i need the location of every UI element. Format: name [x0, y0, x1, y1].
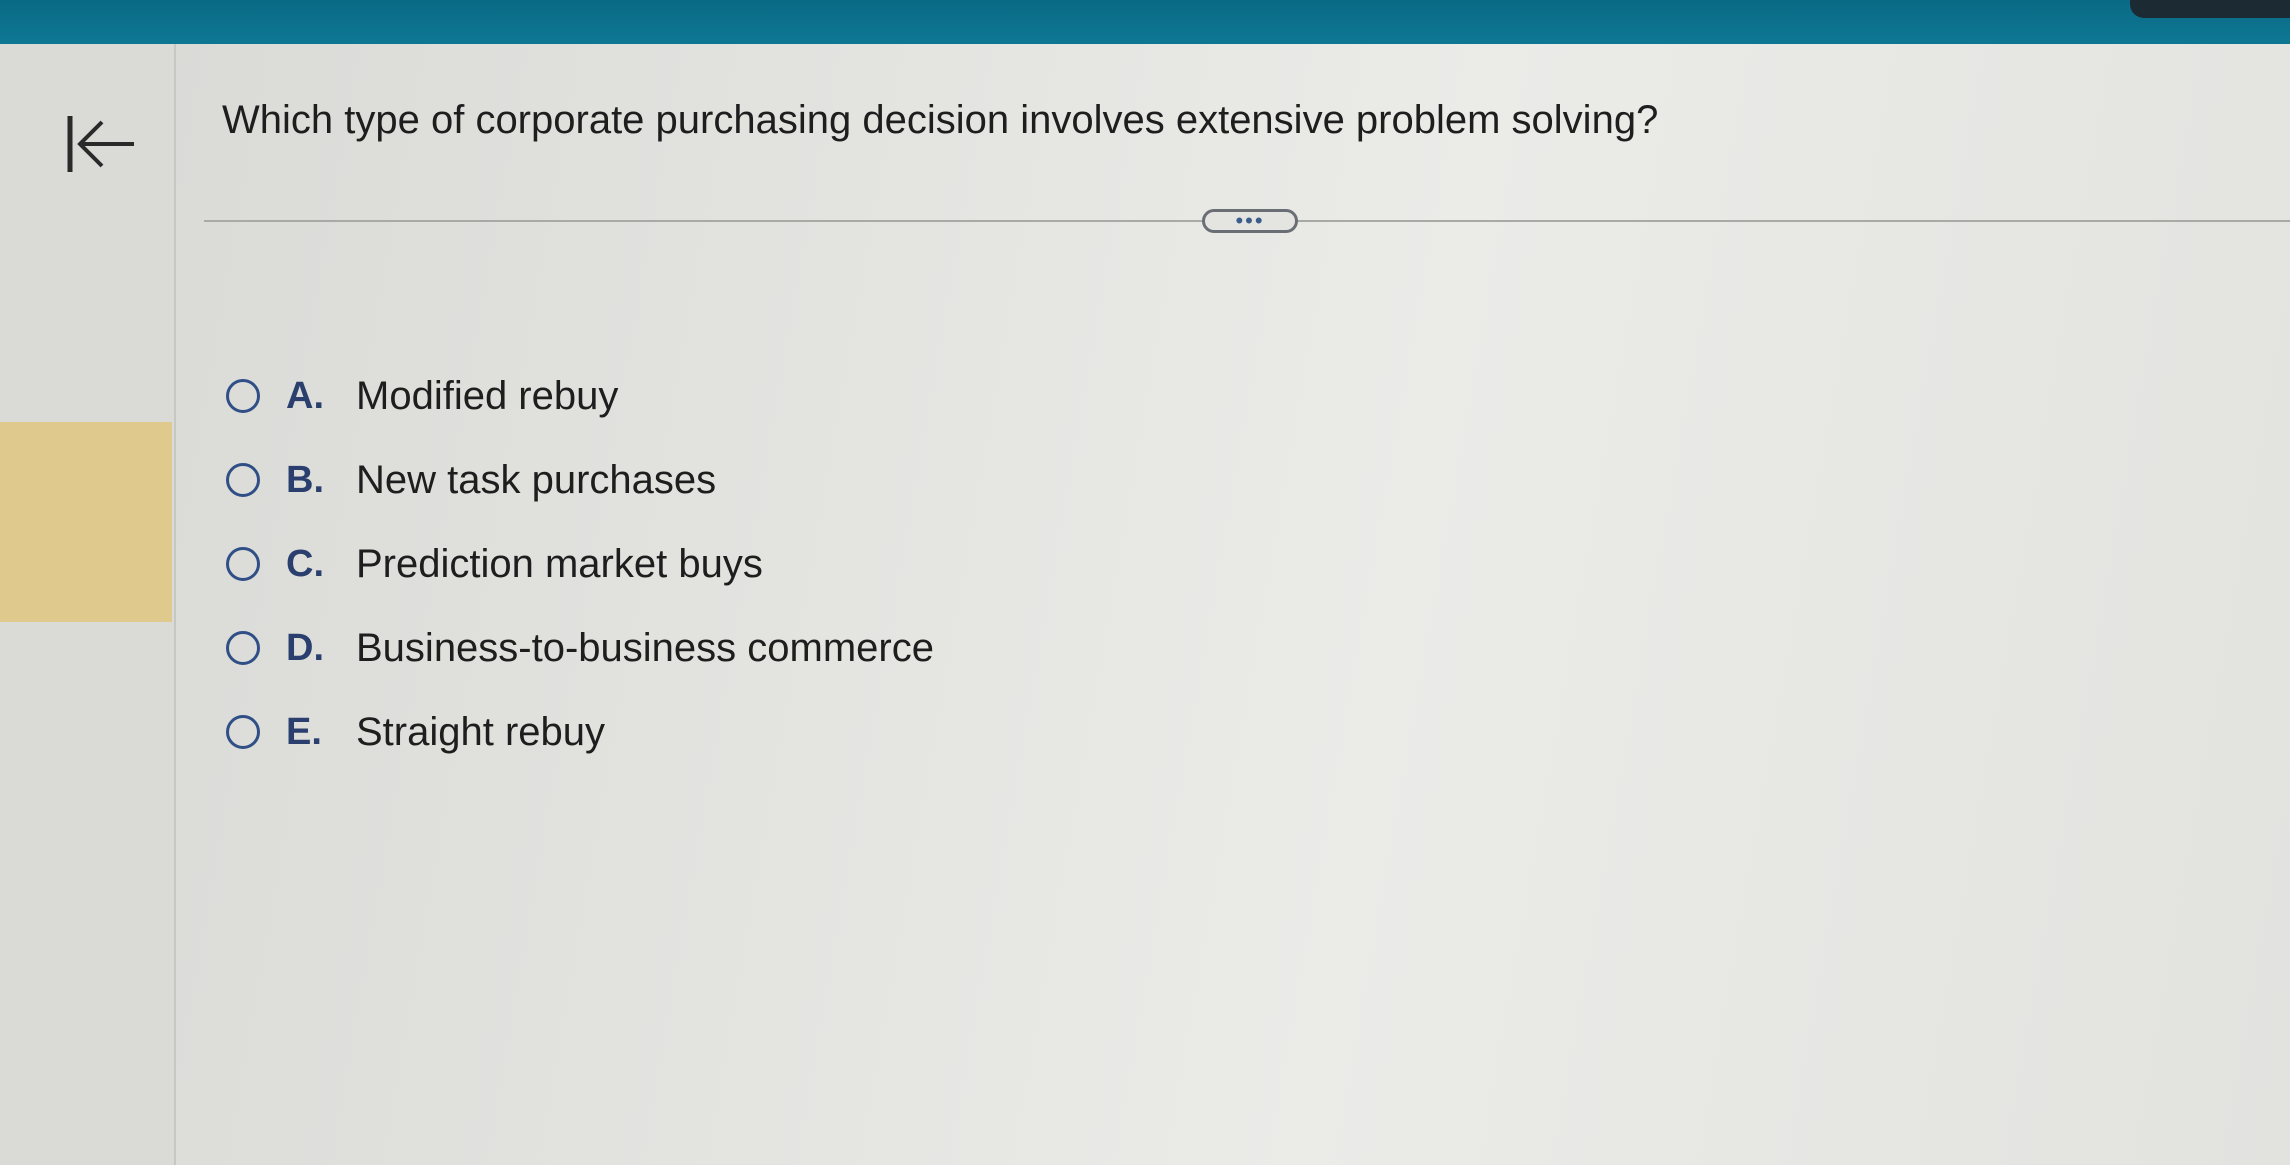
option-label: Modified rebuy	[356, 373, 619, 418]
left-rail	[0, 44, 176, 1165]
radio-button-b[interactable]	[226, 463, 260, 497]
option-c[interactable]: C. Prediction market buys	[226, 522, 934, 606]
more-options-button[interactable]: •••	[1202, 209, 1298, 233]
option-label: Straight rebuy	[356, 709, 606, 754]
option-letter: C.	[286, 542, 324, 585]
radio-button-a[interactable]	[226, 379, 260, 413]
option-letter: E.	[286, 710, 322, 753]
option-label: New task purchases	[356, 457, 717, 502]
option-a[interactable]: A. Modified rebuy	[226, 354, 934, 438]
option-label: Business-to-business commerce	[356, 625, 934, 670]
highlight-tab	[0, 422, 172, 622]
first-page-button[interactable]	[58, 102, 142, 186]
option-b[interactable]: B. New task purchases	[226, 438, 934, 522]
radio-button-d[interactable]	[226, 631, 260, 665]
option-letter: A.	[286, 374, 324, 417]
answer-options: A. Modified rebuy B. New task purchases …	[226, 354, 934, 774]
option-letter: D.	[286, 626, 324, 669]
top-corner-edge	[2130, 0, 2290, 18]
first-page-arrow-icon	[67, 116, 134, 172]
radio-button-e[interactable]	[226, 715, 260, 749]
question-text: Which type of corporate purchasing decis…	[222, 98, 1659, 142]
question-screen: Which type of corporate purchasing decis…	[0, 44, 2290, 1165]
option-label: Prediction market buys	[356, 541, 763, 586]
option-e[interactable]: E. Straight rebuy	[226, 690, 934, 774]
option-d[interactable]: D. Business-to-business commerce	[226, 606, 934, 690]
option-letter: B.	[286, 458, 324, 501]
radio-button-c[interactable]	[226, 547, 260, 581]
